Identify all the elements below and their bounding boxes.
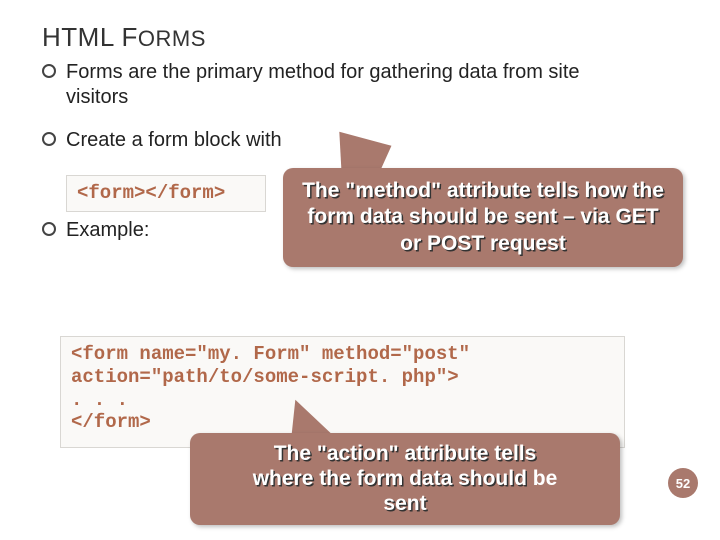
callout-method: The "method" attribute tells how the for… [283, 168, 683, 267]
bullet-text: Example: [66, 218, 149, 243]
code-line: action="path/to/some-script. php"> [71, 366, 614, 389]
page-number-badge: 52 [668, 468, 698, 498]
callout-fragment: be [533, 467, 558, 490]
callout-line: The "action" attribute tells [200, 441, 610, 466]
code-line: </form> [71, 411, 614, 434]
bullet-item: Example: [42, 218, 149, 243]
bullet-text: Create a form block with [66, 128, 282, 153]
bullet-icon [42, 222, 56, 236]
code-snippet-form-tag: <form></form> [66, 175, 266, 212]
code-snippet-form-example: <form name="my. Form" method="post" acti… [60, 336, 625, 448]
bullet-icon [42, 64, 56, 78]
title-rest: ORMS [138, 26, 206, 51]
callout-line: where the form data should be [200, 466, 610, 491]
bullet-item: Forms are the primary method for gatheri… [42, 60, 626, 110]
code-line: <form name="my. Form" method="post" [71, 343, 614, 366]
bullet-item: Create a form block with [42, 128, 282, 153]
code-line: . . . [71, 389, 614, 412]
bullet-icon [42, 132, 56, 146]
callout-text: The "method" attribute tells how the for… [302, 179, 664, 255]
callout-line: sent [200, 491, 610, 516]
bullet-text: Forms are the primary method for gatheri… [66, 60, 626, 110]
code-text: <form></form> [77, 182, 225, 204]
callout-fragment: where the form data should [253, 467, 533, 490]
callout-action: The "action" attribute tells where the f… [190, 433, 620, 525]
page-number: 52 [676, 476, 690, 491]
slide-title: HTML FORMS [42, 22, 206, 53]
title-main: HTML F [42, 22, 138, 52]
